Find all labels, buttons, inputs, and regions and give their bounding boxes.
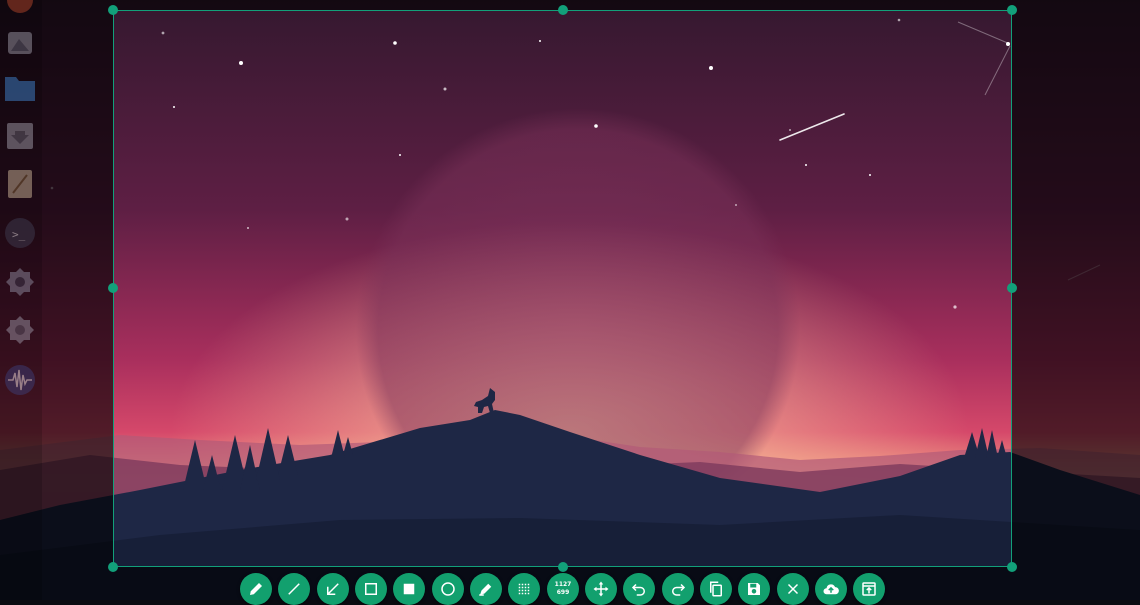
svg-text:>_: >_ <box>12 228 26 241</box>
undo-icon <box>631 583 645 596</box>
pencil-tool-button[interactable] <box>240 573 272 605</box>
resize-handle-top-right[interactable] <box>1007 5 1017 15</box>
arrow-tool-button[interactable] <box>317 573 349 605</box>
files-folder-icon[interactable] <box>2 70 38 106</box>
circle-tool-button[interactable] <box>432 573 464 605</box>
open-with-app-button[interactable] <box>853 573 885 605</box>
copy-icon <box>710 581 722 597</box>
marker-tool-button[interactable] <box>470 573 502 605</box>
resize-handle-right[interactable] <box>1007 283 1017 293</box>
image-viewer-icon[interactable] <box>2 24 38 60</box>
dim-overlay-top <box>0 0 1140 10</box>
resize-handle-bottom-right[interactable] <box>1007 562 1017 572</box>
application-dock: >_ <box>0 0 42 600</box>
rectangle-tool-button[interactable] <box>355 573 387 605</box>
undo-button[interactable] <box>623 573 655 605</box>
circle-icon <box>441 582 455 596</box>
upload-button[interactable] <box>815 573 847 605</box>
dim-overlay-right <box>1012 10 1140 567</box>
settings-icon[interactable] <box>2 312 38 348</box>
cloud-upload-icon <box>823 584 839 595</box>
filled-rectangle-tool-button[interactable] <box>393 573 425 605</box>
arrow-icon <box>327 583 339 595</box>
redo-button[interactable] <box>662 573 694 605</box>
rectangle-filled-icon <box>403 583 415 595</box>
resize-handle-top-left[interactable] <box>108 5 118 15</box>
selection-height-text: 699 <box>556 589 570 596</box>
resize-handle-left[interactable] <box>108 283 118 293</box>
save-button[interactable] <box>738 573 770 605</box>
redo-icon <box>672 583 686 596</box>
terminal-icon[interactable]: >_ <box>2 215 38 251</box>
system-tools-icon[interactable] <box>2 264 38 300</box>
close-icon <box>787 583 799 595</box>
selection-size-indicator: 1127 699 <box>547 573 579 605</box>
audio-waveform-icon[interactable] <box>2 362 38 398</box>
marker-icon <box>479 583 492 596</box>
save-icon <box>748 583 760 595</box>
exit-capture-button[interactable] <box>777 573 809 605</box>
pixelate-icon <box>518 583 530 595</box>
move-selection-button[interactable] <box>585 573 617 605</box>
move-icon <box>593 581 609 597</box>
line-icon <box>288 583 300 595</box>
resize-handle-bottom[interactable] <box>558 562 568 572</box>
resize-handle-top[interactable] <box>558 5 568 15</box>
copy-to-clipboard-button[interactable] <box>700 573 732 605</box>
app-icon[interactable] <box>2 0 38 18</box>
pencil-icon <box>250 583 262 595</box>
rectangle-outline-icon <box>365 583 377 595</box>
downloads-icon[interactable] <box>2 118 38 154</box>
text-editor-icon[interactable] <box>2 166 38 202</box>
open-with-app-icon <box>862 582 876 596</box>
line-tool-button[interactable] <box>278 573 310 605</box>
pixelate-tool-button[interactable] <box>508 573 540 605</box>
capture-selection-area[interactable] <box>113 10 1012 567</box>
selection-width-text: 1127 <box>554 581 572 588</box>
resize-handle-bottom-left[interactable] <box>108 562 118 572</box>
